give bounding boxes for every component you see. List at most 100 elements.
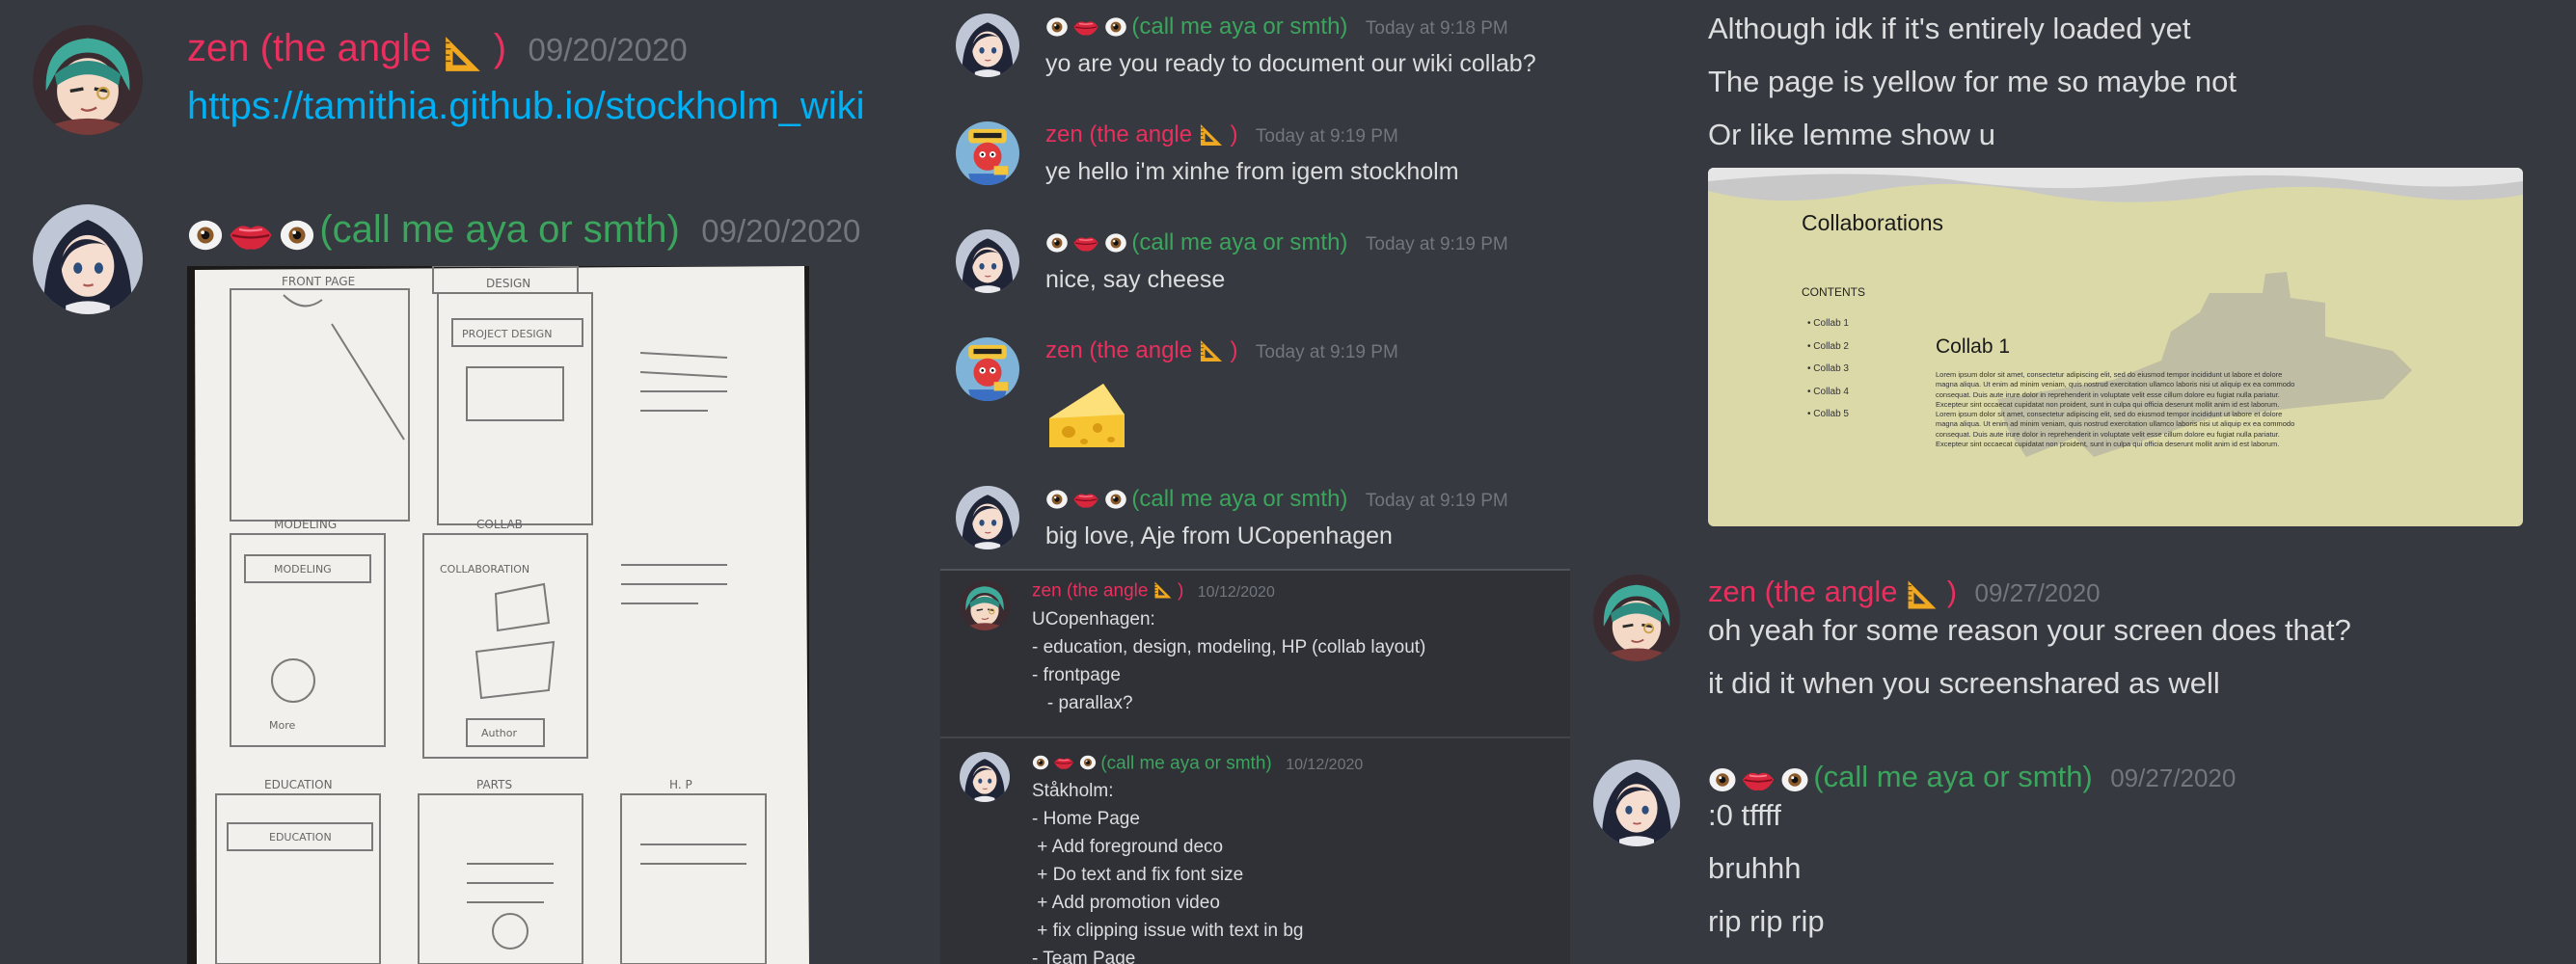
lips-icon <box>228 212 274 263</box>
message-text: :0 tffff <box>1708 798 1781 832</box>
username[interactable]: zen (the angle <box>187 27 432 69</box>
sketch-box-label: COLLABORATION <box>440 563 529 576</box>
lips-icon <box>1072 13 1099 45</box>
chat-panel-mid-top: (call me aya or smth) Today at 9:18 PM y… <box>940 0 1570 569</box>
toc-item: • Collab 4 <box>1807 386 1849 397</box>
lorem-line: Lorem ipsum dolor sit amet, consectetur … <box>1936 410 2283 419</box>
username[interactable]: (call me aya or smth) <box>1131 13 1347 40</box>
sketch-label: MODELING <box>274 518 337 531</box>
sketch-label: COLLAB <box>476 518 523 531</box>
message-text: + Add promotion video <box>1032 893 1220 913</box>
timestamp: 10/12/2020 <box>1286 756 1364 773</box>
triangle-ruler-icon <box>1153 580 1173 604</box>
message-text: + fix clipping issue with text in bg <box>1032 921 1304 941</box>
avatar[interactable] <box>33 204 143 314</box>
lorem-line: magna aliqua. Ut enim ad minim veniam, q… <box>1936 419 2295 429</box>
username[interactable]: zen (the angle <box>1032 581 1148 602</box>
sketch-label: EDUCATION <box>264 778 333 791</box>
timestamp: Today at 9:19 PM <box>1255 342 1398 362</box>
eye-icon <box>279 217 315 258</box>
timestamp: Today at 9:19 PM <box>1365 234 1508 254</box>
message-text: ye hello i'm xinhe from igem stockholm <box>1045 158 1459 185</box>
toc-item: • Collab 2 <box>1807 340 1849 352</box>
username[interactable]: (call me aya or smth) <box>1100 754 1271 774</box>
timestamp: 09/20/2020 <box>701 213 861 249</box>
message-text: - Home Page <box>1032 809 1140 829</box>
username[interactable]: (call me aya or smth) <box>1131 486 1347 512</box>
message-text: Although idk if it's entirely loaded yet <box>1708 12 2191 45</box>
sketch-box-label: More <box>269 719 296 732</box>
message-text: nice, say cheese <box>1045 266 1226 293</box>
sketch-label: DESIGN <box>486 277 530 290</box>
wiki-link[interactable]: https://tamithia.github.io/stockholm_wik… <box>187 85 865 128</box>
timestamp: Today at 9:19 PM <box>1255 126 1398 147</box>
sketch-box-label: MODELING <box>274 563 332 576</box>
username[interactable]: (call me aya or smth) <box>1813 760 2092 793</box>
embed-section-title: Collab 1 <box>1936 335 2011 358</box>
message-text: big love, Aje from UCopenhagen <box>1045 522 1393 549</box>
username[interactable]: zen (the angle <box>1045 121 1192 147</box>
lorem-line: Excepteur sint occaecat cupidatat non pr… <box>1936 440 2280 449</box>
avatar[interactable] <box>960 752 1010 802</box>
avatar[interactable] <box>956 13 1019 77</box>
eye-icon <box>1104 231 1127 259</box>
wireframe-sketch: FRONT PAGE DESIGN MODELING COLLAB EDUCAT… <box>195 265 809 964</box>
sketch-box-label: Author <box>481 727 518 739</box>
message-text: Ståkholm: <box>1032 781 1114 801</box>
lips-icon <box>1072 486 1099 518</box>
eye-icon <box>187 217 224 258</box>
avatar[interactable] <box>1593 760 1680 846</box>
message-text: The page is yellow for me so maybe not <box>1708 65 2237 98</box>
embed-contents-label: CONTENTS <box>1802 285 1865 299</box>
message-text: UCopenhagen: <box>1032 609 1155 629</box>
message-text: - frontpage <box>1032 665 1121 685</box>
lips-icon <box>1053 752 1074 778</box>
avatar[interactable] <box>33 25 143 135</box>
triangle-ruler-icon <box>443 34 483 79</box>
avatar[interactable] <box>956 337 1019 401</box>
wiki-screenshot-embed[interactable]: Collaborations CONTENTS • Collab 1 • Col… <box>1708 168 2523 526</box>
embed-toc: • Collab 1 • Collab 2 • Collab 3 • Colla… <box>1807 312 1849 426</box>
sketch-label: PARTS <box>476 778 512 791</box>
eye-icon <box>1045 15 1069 43</box>
avatar[interactable] <box>956 229 1019 293</box>
timestamp: 09/20/2020 <box>528 32 688 67</box>
embed-page-title: Collaborations <box>1802 210 1944 235</box>
lips-icon <box>1072 229 1099 261</box>
sketch-box-label: EDUCATION <box>269 831 332 844</box>
username[interactable]: (call me aya or smth) <box>319 208 679 251</box>
triangle-ruler-icon <box>1199 122 1224 152</box>
message-text: rip rip rip <box>1708 904 1825 938</box>
lorem-line: Lorem ipsum dolor sit amet, consectetur … <box>1936 370 2283 379</box>
message-text: yo are you ready to document our wiki co… <box>1045 50 1536 77</box>
message-text: - Team Page <box>1032 949 1136 964</box>
timestamp: 09/27/2020 <box>2110 763 2237 792</box>
avatar[interactable] <box>1593 575 1680 661</box>
eye-icon <box>1079 754 1097 776</box>
message-text: - education, design, modeling, HP (colla… <box>1032 637 1426 657</box>
message-text: - parallax? <box>1032 693 1133 713</box>
message-text: it did it when you screenshared as well <box>1708 666 2220 700</box>
username[interactable]: (call me aya or smth) <box>1131 229 1347 255</box>
toc-item: • Collab 1 <box>1807 318 1849 329</box>
timestamp: Today at 9:19 PM <box>1365 491 1508 511</box>
lorem-line: consequat. Duis aute irure dolor in repr… <box>1936 389 2280 399</box>
chat-panel-mid-bottom: zen (the angle ) 10/12/2020 UCopenhagen:… <box>940 569 1570 964</box>
username[interactable]: zen (the angle <box>1045 337 1192 363</box>
toc-item: • Collab 5 <box>1807 409 1849 419</box>
cheese-icon <box>1045 376 1128 458</box>
avatar[interactable] <box>956 486 1019 549</box>
eye-icon <box>1045 488 1069 516</box>
chat-panel-left: zen (the angle ) 09/20/2020 https://tami… <box>0 0 940 964</box>
sketch-photo[interactable]: FRONT PAGE DESIGN MODELING COLLAB EDUCAT… <box>187 265 809 964</box>
message-text: oh yeah for some reason your screen does… <box>1708 613 2351 647</box>
avatar[interactable] <box>960 580 1010 630</box>
embed-lorem: Lorem ipsum dolor sit amet, consectetur … <box>1936 370 2418 449</box>
chat-panel-right: Although idk if it's entirely loaded yet… <box>1570 0 2576 964</box>
eye-icon <box>1104 488 1127 516</box>
avatar[interactable] <box>956 121 1019 185</box>
triangle-ruler-icon <box>1199 338 1224 368</box>
message-text: Or like lemme show u <box>1708 118 1996 151</box>
eye-icon <box>1104 15 1127 43</box>
sketch-label: FRONT PAGE <box>282 275 355 288</box>
